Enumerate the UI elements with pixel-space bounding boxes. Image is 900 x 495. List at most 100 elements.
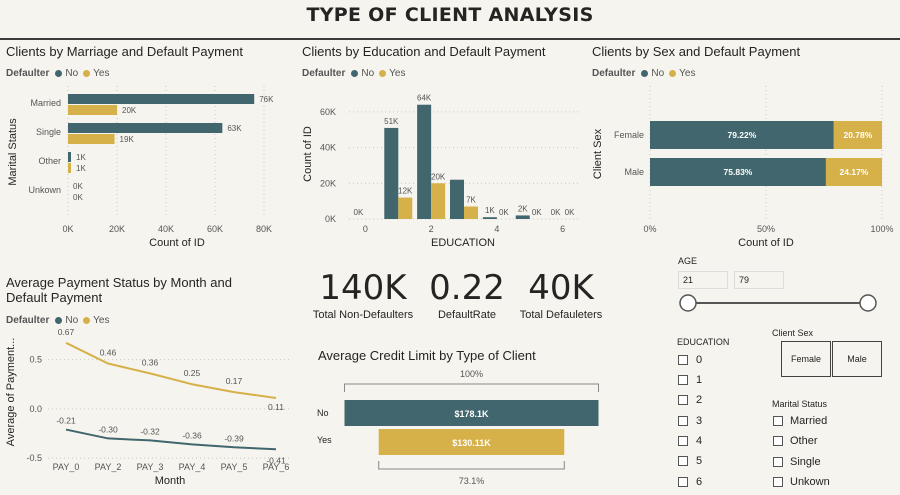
education-option-0[interactable]: 0 (678, 354, 702, 366)
data-label: 1K (485, 206, 495, 215)
education-chart-title: Clients by Education and Default Payment (302, 44, 546, 59)
checkbox[interactable] (773, 436, 783, 446)
data-label: 20K (122, 106, 137, 115)
data-label: 0K (73, 182, 83, 191)
credit-chart-title: Average Credit Limit by Type of Client (318, 348, 536, 363)
page-title: TYPE OF CLIENT ANALYSIS (306, 4, 594, 26)
age-max-input[interactable]: 79 (734, 271, 784, 289)
y-axis-title: Count of ID (302, 126, 314, 182)
payment-title-line-2: Default Payment (6, 290, 103, 305)
y-tick-label: Other (38, 156, 61, 166)
data-label: 24.17% (840, 167, 869, 177)
data-label: 0K (551, 208, 561, 217)
option-label: 4 (696, 435, 703, 447)
line-series-yes (65, 341, 277, 400)
bar-no (515, 215, 530, 219)
marriage-legend[interactable]: Defaulter No Yes (6, 68, 111, 79)
kpi-card-defaulters: 40K Total Defauleters (508, 270, 614, 321)
bar-yes (68, 134, 115, 144)
y-tick-label: Single (36, 127, 61, 137)
data-label: $130.11K (452, 438, 491, 448)
checkbox[interactable] (678, 395, 688, 405)
marital-option-married[interactable]: Married (773, 415, 827, 427)
slider-max-handle[interactable] (859, 294, 877, 312)
education-option-2[interactable]: 2 (678, 394, 702, 406)
x-tick-label: 100% (870, 224, 893, 234)
bar-no (68, 94, 255, 104)
legend-yes-label: Yes (93, 68, 110, 79)
data-label: 0K (565, 208, 575, 217)
legend-yes-swatch (669, 70, 677, 77)
x-tick-label: 0K (62, 224, 73, 234)
checkbox[interactable] (678, 355, 688, 365)
sex-bar-chart[interactable]: 0% 50% 100% Female 79.22% 20.78% Male 75.83% 24.… (588, 84, 894, 254)
data-label: 20K (431, 172, 446, 181)
legend-no-label: No (651, 68, 665, 79)
sex-slicer-title: Client Sex (772, 328, 814, 338)
checkbox[interactable] (678, 416, 688, 426)
sex-tile-female[interactable]: Female (781, 341, 831, 377)
education-option-3[interactable]: 3 (678, 415, 702, 427)
legend-yes-label: Yes (389, 68, 406, 79)
data-label: 1K (76, 153, 86, 162)
checkbox[interactable] (773, 416, 783, 426)
data-label: 0.36 (142, 357, 159, 367)
education-option-6[interactable]: 6 (678, 476, 702, 488)
bar-yes (464, 206, 478, 219)
marital-option-other[interactable]: Other (773, 435, 818, 447)
education-option-4[interactable]: 4 (678, 435, 702, 447)
data-label: -0.32 (140, 426, 160, 436)
legend-no-label: No (65, 68, 79, 79)
marriage-bar-chart[interactable]: 0K 20K 40K 60K 80K Married 76K 20K Single 63K 19K O… (0, 84, 295, 254)
x-tick-label: 4 (494, 224, 499, 234)
x-axis-title: EDUCATION (431, 237, 495, 249)
slider-min-handle[interactable] (679, 294, 697, 312)
kpi-label: Total Defauleters (519, 309, 603, 321)
checkbox[interactable] (773, 457, 783, 467)
education-bar-chart[interactable]: 0K20K40K60K00K51K12K264K20K7K41K 0K 2K 0K60… (295, 84, 590, 254)
y-tick-label: -0.5 (26, 453, 42, 463)
payment-line-chart[interactable]: 0.50.0-0.5PAY_0 PAY_2 PAY_3 PAY_4 PAY_5 PAY_6… (0, 327, 295, 492)
sex-legend[interactable]: Defaulter No Yes (592, 68, 697, 79)
sex-tile-male[interactable]: Male (832, 341, 882, 377)
checkbox[interactable] (773, 477, 783, 487)
option-label: 1 (696, 374, 703, 386)
x-tick-label: 0 (363, 224, 368, 234)
education-option-5[interactable]: 5 (678, 455, 702, 467)
option-label: Unkown (790, 476, 830, 488)
education-legend[interactable]: Defaulter No Yes (302, 68, 407, 79)
legend-no-swatch (55, 70, 63, 77)
kpi-value: 140K (319, 268, 407, 308)
data-label: $178.1K (454, 409, 489, 419)
data-label: 79.22% (727, 130, 756, 140)
x-tick-label: PAY_3 (137, 462, 164, 472)
marital-option-single[interactable]: Single (773, 456, 821, 468)
credit-funnel-chart[interactable]: 100% $178.1K $130.11K No Yes 73.1% (300, 365, 615, 490)
age-min-input[interactable]: 21 (678, 271, 728, 289)
kpi-value: 0.22 (429, 268, 505, 308)
x-axis-title: Count of ID (149, 237, 205, 249)
bottom-bracket (378, 461, 565, 470)
x-tick-label: 2 (429, 224, 434, 234)
data-label: 64K (417, 94, 432, 103)
bar-yes (68, 105, 117, 115)
y-tick-label: Male (624, 167, 644, 177)
data-label: 0.25 (184, 368, 201, 378)
checkbox[interactable] (678, 477, 688, 487)
bar-no (417, 104, 432, 219)
option-label: 0 (696, 354, 703, 366)
age-range-slider[interactable] (675, 292, 885, 314)
x-tick-label: 20K (109, 224, 125, 234)
x-tick-label: PAY_0 (53, 462, 80, 472)
data-label: -0.39 (224, 433, 244, 443)
marital-option-unkown[interactable]: Unkown (773, 476, 830, 488)
checkbox[interactable] (678, 375, 688, 385)
checkbox[interactable] (678, 436, 688, 446)
checkbox[interactable] (678, 456, 688, 466)
sex-chart-title: Clients by Sex and Default Payment (592, 44, 801, 59)
payment-legend[interactable]: Defaulter No Yes (6, 315, 111, 326)
data-label: 0K (499, 208, 509, 217)
education-option-1[interactable]: 1 (678, 374, 702, 386)
y-tick-label: 40K (320, 143, 336, 153)
x-axis-title: Month (155, 475, 186, 487)
